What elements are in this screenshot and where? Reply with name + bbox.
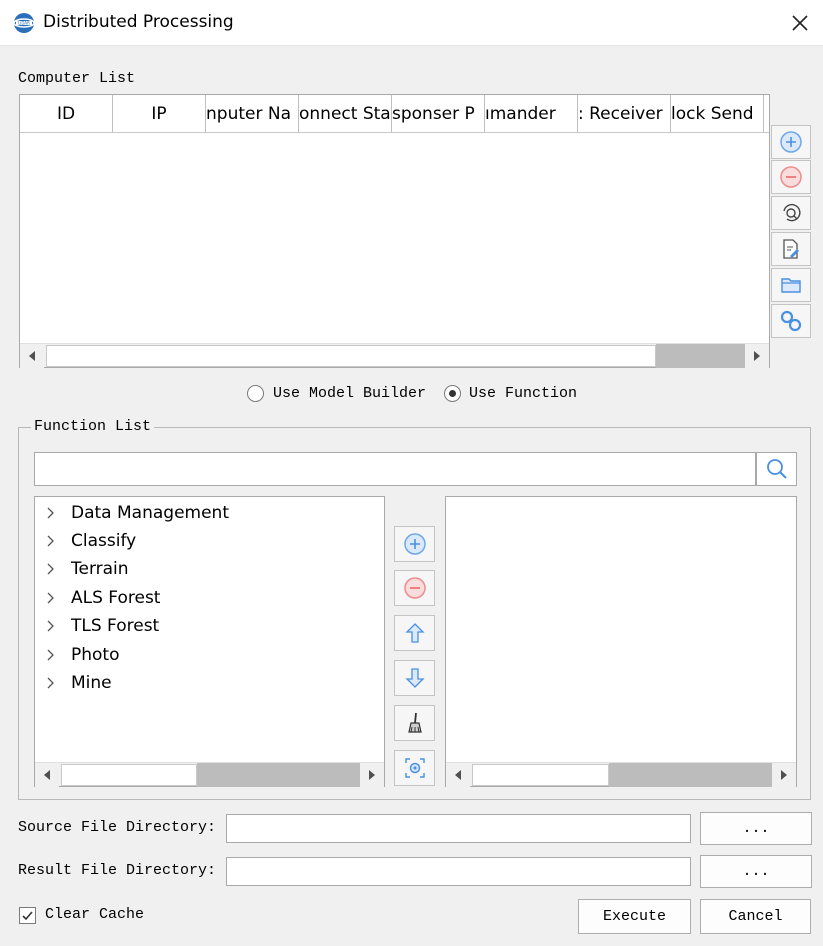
tree-item-label: Terrain xyxy=(71,559,129,579)
cancel-button[interactable]: Cancel xyxy=(700,899,811,934)
folder-icon xyxy=(781,278,801,293)
open-folder-button[interactable] xyxy=(771,268,811,302)
tree-hscrollbar[interactable] xyxy=(35,762,384,787)
tree-item-mine[interactable]: Mine xyxy=(35,669,375,697)
tree-item-label: Data Management xyxy=(71,503,229,523)
scrollbar-track[interactable] xyxy=(656,344,745,368)
move-up-button[interactable] xyxy=(394,615,435,651)
chevron-right-icon[interactable] xyxy=(37,555,65,583)
source-dir-label: Source File Directory: xyxy=(18,819,217,836)
clear-cache-label[interactable]: Clear Cache xyxy=(45,906,144,923)
tree-item-data-management[interactable]: Data Management xyxy=(35,499,375,527)
scrollbar-thumb[interactable] xyxy=(472,764,609,786)
remove-function-button[interactable] xyxy=(394,570,435,606)
scroll-right-icon[interactable] xyxy=(360,763,384,787)
column-header-receiver[interactable]: : Receiver xyxy=(578,95,671,132)
function-search-button[interactable] xyxy=(756,452,797,486)
tree-item-label: TLS Forest xyxy=(71,616,160,636)
chevron-right-icon[interactable] xyxy=(37,584,65,612)
table-header-row: ID IP nputer Na onnect Sta sponser P ıma… xyxy=(20,95,769,133)
add-function-button[interactable] xyxy=(394,526,435,562)
edit-computer-button[interactable] xyxy=(771,232,811,266)
scroll-left-icon[interactable] xyxy=(20,344,44,368)
result-browse-button[interactable]: ... xyxy=(700,855,812,888)
scroll-right-icon[interactable] xyxy=(745,344,769,368)
chevron-right-icon[interactable] xyxy=(37,641,65,669)
result-dir-input[interactable] xyxy=(226,857,691,886)
minus-circle-icon xyxy=(403,577,426,599)
result-dir-label: Result File Directory: xyxy=(18,862,217,879)
tree-item-label: ALS Forest xyxy=(71,588,161,608)
arrow-up-icon xyxy=(404,623,425,643)
search-computer-button[interactable] xyxy=(771,196,811,230)
search-icon xyxy=(766,459,787,479)
tree-item-als-forest[interactable]: ALS Forest xyxy=(35,584,375,612)
move-down-button[interactable] xyxy=(394,660,435,696)
column-header-commander[interactable]: ımander xyxy=(485,95,578,132)
column-header-block-send[interactable]: lock Send xyxy=(671,95,764,132)
use-model-builder-label[interactable]: Use Model Builder xyxy=(273,385,426,402)
tree-item-label: Photo xyxy=(71,645,120,665)
clear-button[interactable] xyxy=(394,705,435,741)
scrollbar-thumb[interactable] xyxy=(46,345,656,367)
column-header-id[interactable]: ID xyxy=(20,95,113,132)
column-header-computer-name[interactable]: nputer Na xyxy=(206,95,299,132)
scroll-left-icon[interactable] xyxy=(446,763,470,787)
source-browse-button[interactable]: ... xyxy=(700,812,812,845)
arrow-down-icon xyxy=(404,668,425,688)
column-header-ip[interactable]: IP xyxy=(113,95,206,132)
close-button[interactable] xyxy=(777,0,823,46)
app-logo-icon: LiDAR xyxy=(12,11,36,35)
execute-button[interactable]: Execute xyxy=(578,899,691,934)
use-model-builder-radio[interactable] xyxy=(247,385,264,402)
scrollbar-track[interactable] xyxy=(197,763,360,787)
computer-table[interactable]: ID IP nputer Na onnect Sta sponser P ıma… xyxy=(19,94,770,368)
scrollbar-track[interactable] xyxy=(609,763,772,787)
close-icon xyxy=(792,15,808,31)
tree-item-tls-forest[interactable]: TLS Forest xyxy=(35,612,375,640)
chevron-right-icon[interactable] xyxy=(37,669,65,697)
search-refresh-icon xyxy=(783,203,801,222)
use-function-radio[interactable] xyxy=(444,385,461,402)
function-list-label: Function List xyxy=(31,418,155,435)
svg-text:LiDAR: LiDAR xyxy=(18,21,30,26)
scrollbar-thumb[interactable] xyxy=(61,764,197,786)
column-header-responser-port[interactable]: sponser P xyxy=(392,95,485,132)
scroll-right-icon[interactable] xyxy=(772,763,796,787)
title-bar: LiDAR Distributed Processing xyxy=(0,0,823,46)
add-computer-button[interactable] xyxy=(771,125,811,159)
tree-item-photo[interactable]: Photo xyxy=(35,641,375,669)
link-icon xyxy=(780,310,802,332)
selected-function-list[interactable] xyxy=(445,496,797,787)
settings-button[interactable] xyxy=(394,750,435,786)
window-title: Distributed Processing xyxy=(43,12,234,32)
function-tree[interactable]: Data Management Classify Terrain ALS For… xyxy=(34,496,385,787)
chevron-right-icon[interactable] xyxy=(37,527,65,555)
tree-item-classify[interactable]: Classify xyxy=(35,527,375,555)
checkmark-icon xyxy=(22,911,33,921)
use-function-label[interactable]: Use Function xyxy=(469,385,577,402)
computer-table-hscrollbar[interactable] xyxy=(20,343,769,368)
remove-computer-button[interactable] xyxy=(771,160,811,194)
column-header-connect-status[interactable]: onnect Sta xyxy=(299,95,392,132)
function-search-input[interactable] xyxy=(34,452,756,486)
minus-circle-icon xyxy=(780,166,802,188)
tree-item-terrain[interactable]: Terrain xyxy=(35,555,375,583)
source-dir-input[interactable] xyxy=(226,814,691,843)
computer-list-label: Computer List xyxy=(18,70,136,87)
plus-circle-icon xyxy=(780,131,802,153)
chevron-right-icon[interactable] xyxy=(37,499,65,527)
list-hscrollbar[interactable] xyxy=(446,762,796,787)
chevron-right-icon[interactable] xyxy=(37,612,65,640)
edit-document-icon xyxy=(783,239,799,259)
tree-item-label: Mine xyxy=(71,673,112,693)
tree-item-label: Classify xyxy=(71,531,137,551)
clear-cache-checkbox[interactable] xyxy=(19,907,36,924)
brush-icon xyxy=(407,712,422,733)
plus-circle-icon xyxy=(403,533,426,555)
settings-frame-icon xyxy=(404,758,425,778)
connect-button[interactable] xyxy=(771,304,811,338)
scroll-left-icon[interactable] xyxy=(35,763,59,787)
